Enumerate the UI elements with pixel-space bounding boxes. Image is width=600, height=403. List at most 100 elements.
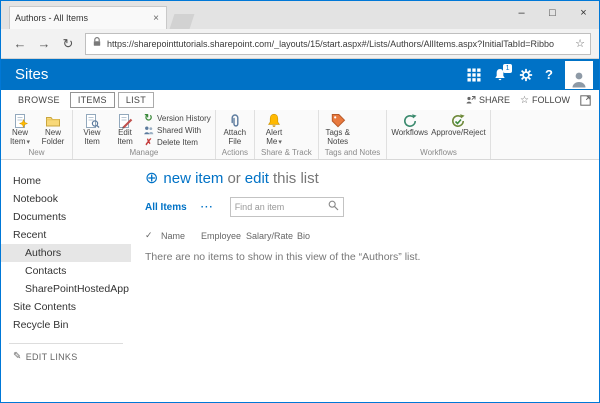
attach-file-label: Attach File [220, 129, 250, 146]
share-label: SHARE [479, 95, 510, 105]
address-bar[interactable]: https://sharepointtutorials.sharepoint.c… [85, 33, 591, 55]
back-icon[interactable]: ← [9, 36, 31, 51]
tab-title: Authors - All Items [15, 13, 147, 23]
avatar[interactable] [565, 61, 593, 89]
workflows-label: Workflows [391, 129, 428, 138]
select-all-check-icon[interactable]: ✓ [145, 230, 161, 241]
edit-list-link[interactable]: edit [245, 170, 269, 187]
view-item-button[interactable]: View Item [77, 111, 107, 146]
delete-item-label: Delete Item [157, 138, 198, 147]
heading-or: or [227, 170, 240, 187]
refresh-icon[interactable]: ↻ [57, 36, 79, 52]
ribbon-group-share-track: Alert Me▾ Share & Track [255, 110, 319, 159]
sidebar-item-contacts[interactable]: Contacts [1, 262, 131, 280]
workflows-button[interactable]: Workflows [391, 111, 428, 138]
titlebar: Authors - All Items × – □ × [1, 1, 599, 29]
tab-browse[interactable]: BROWSE [11, 93, 67, 107]
edit-item-label: Edit Item [110, 129, 140, 146]
tags-notes-icon [330, 112, 346, 129]
column-header-bio[interactable]: Bio [297, 231, 310, 241]
group-label-manage: Manage [77, 148, 211, 159]
settings-gear-icon[interactable] [519, 68, 533, 82]
new-item-label: New Item▾ [5, 129, 35, 147]
new-folder-label: New Folder [38, 129, 68, 146]
maximize-button[interactable]: □ [537, 1, 568, 24]
ribbon-group-actions: Attach File Actions [216, 110, 255, 159]
tab-close-icon[interactable]: × [151, 13, 161, 24]
suite-bar: Sites 1 ? [1, 59, 599, 90]
sidebar-item-home[interactable]: Home [1, 172, 131, 190]
tab-list[interactable]: LIST [118, 92, 154, 108]
column-header-salary-rate[interactable]: Salary/Rate [246, 231, 297, 241]
approve-reject-button[interactable]: Approve/Reject [431, 111, 486, 138]
workflows-icon [402, 112, 418, 129]
window-controls: – □ × [506, 1, 599, 24]
delete-item-icon: ✗ [143, 137, 154, 148]
delete-item-button[interactable]: ✗ Delete Item [143, 137, 211, 148]
edit-item-button[interactable]: Edit Item [110, 111, 140, 146]
tags-notes-label: Tags & Notes [323, 129, 353, 146]
tab-items[interactable]: ITEMS [70, 92, 115, 108]
forward-icon[interactable]: → [33, 36, 55, 51]
search-input[interactable] [235, 202, 328, 212]
ribbon-group-manage: View Item Edit Item ↻ Version History Sh… [73, 110, 216, 159]
help-icon[interactable]: ? [545, 67, 553, 82]
group-label-share-track: Share & Track [259, 148, 314, 159]
view-all-items[interactable]: All Items [145, 202, 187, 213]
alert-me-button[interactable]: Alert Me▾ [259, 111, 289, 147]
close-button[interactable]: × [568, 1, 599, 24]
app-launcher-icon[interactable] [467, 68, 481, 82]
new-folder-button[interactable]: New Folder [38, 111, 68, 146]
column-header-name[interactable]: Name [161, 231, 201, 241]
share-icon [465, 94, 476, 107]
page-content: Home Notebook Documents Recent Authors C… [1, 160, 599, 402]
view-ellipsis-icon[interactable]: ··· [201, 202, 214, 213]
new-item-button[interactable]: New Item▾ [5, 111, 35, 147]
search-icon[interactable] [328, 200, 339, 214]
browser-tab[interactable]: Authors - All Items × [9, 6, 167, 29]
dropdown-icon: ▾ [27, 139, 31, 146]
group-label-new: New [5, 148, 68, 159]
sidebar-item-notebook[interactable]: Notebook [1, 190, 131, 208]
new-item-icon [12, 112, 28, 129]
new-folder-icon [45, 112, 61, 129]
new-tab-button[interactable] [170, 14, 195, 29]
pencil-icon: ✎ [13, 351, 22, 362]
sidebar-item-sharepointhostedapp[interactable]: SharePointHostedApp [1, 280, 131, 298]
view-item-icon [84, 112, 100, 129]
sidebar: Home Notebook Documents Recent Authors C… [1, 160, 131, 402]
notifications-bell-icon[interactable]: 1 [493, 68, 507, 82]
sidebar-item-authors[interactable]: Authors [1, 244, 131, 262]
share-button[interactable]: SHARE [465, 94, 510, 107]
focus-on-content-icon[interactable] [580, 95, 591, 106]
https-lock-icon [91, 36, 103, 51]
url-text: https://sharepointtutorials.sharepoint.c… [107, 39, 571, 49]
list-heading: ⊕ new item or edit this list [145, 168, 589, 188]
browser-navbar: ← → ↻ https://sharepointtutorials.sharep… [1, 29, 599, 59]
tags-notes-button[interactable]: Tags & Notes [323, 111, 353, 146]
sidebar-item-documents[interactable]: Documents [1, 208, 131, 226]
edit-links-label: EDIT LINKS [26, 352, 78, 362]
list-view-main: ⊕ new item or edit this list All Items ·… [131, 160, 599, 402]
ribbon: New Item▾ New Folder New View Item Edit … [1, 110, 599, 160]
favorites-star-icon[interactable]: ☆ [575, 37, 585, 50]
ribbon-group-new: New Item▾ New Folder New [1, 110, 73, 159]
heading-this-list: this list [273, 170, 319, 187]
alert-me-icon [266, 112, 282, 129]
shared-with-button[interactable]: Shared With [143, 125, 211, 136]
notification-badge: 1 [503, 64, 512, 73]
follow-label: FOLLOW [532, 95, 570, 105]
follow-button[interactable]: ☆ FOLLOW [520, 95, 570, 106]
new-item-link[interactable]: new item [163, 170, 223, 187]
search-box [230, 197, 344, 217]
sidebar-item-recycle-bin[interactable]: Recycle Bin [1, 316, 131, 334]
edit-links-button[interactable]: ✎ EDIT LINKS [1, 351, 131, 362]
version-history-button[interactable]: ↻ Version History [143, 113, 211, 124]
attach-file-button[interactable]: Attach File [220, 111, 250, 146]
minimize-button[interactable]: – [506, 1, 537, 24]
column-header-employee[interactable]: Employee [201, 231, 246, 241]
alert-me-label: Alert Me▾ [259, 129, 289, 147]
view-selector-row: All Items ··· [145, 197, 589, 217]
approve-reject-icon [450, 112, 466, 129]
sidebar-item-site-contents[interactable]: Site Contents [1, 298, 131, 316]
